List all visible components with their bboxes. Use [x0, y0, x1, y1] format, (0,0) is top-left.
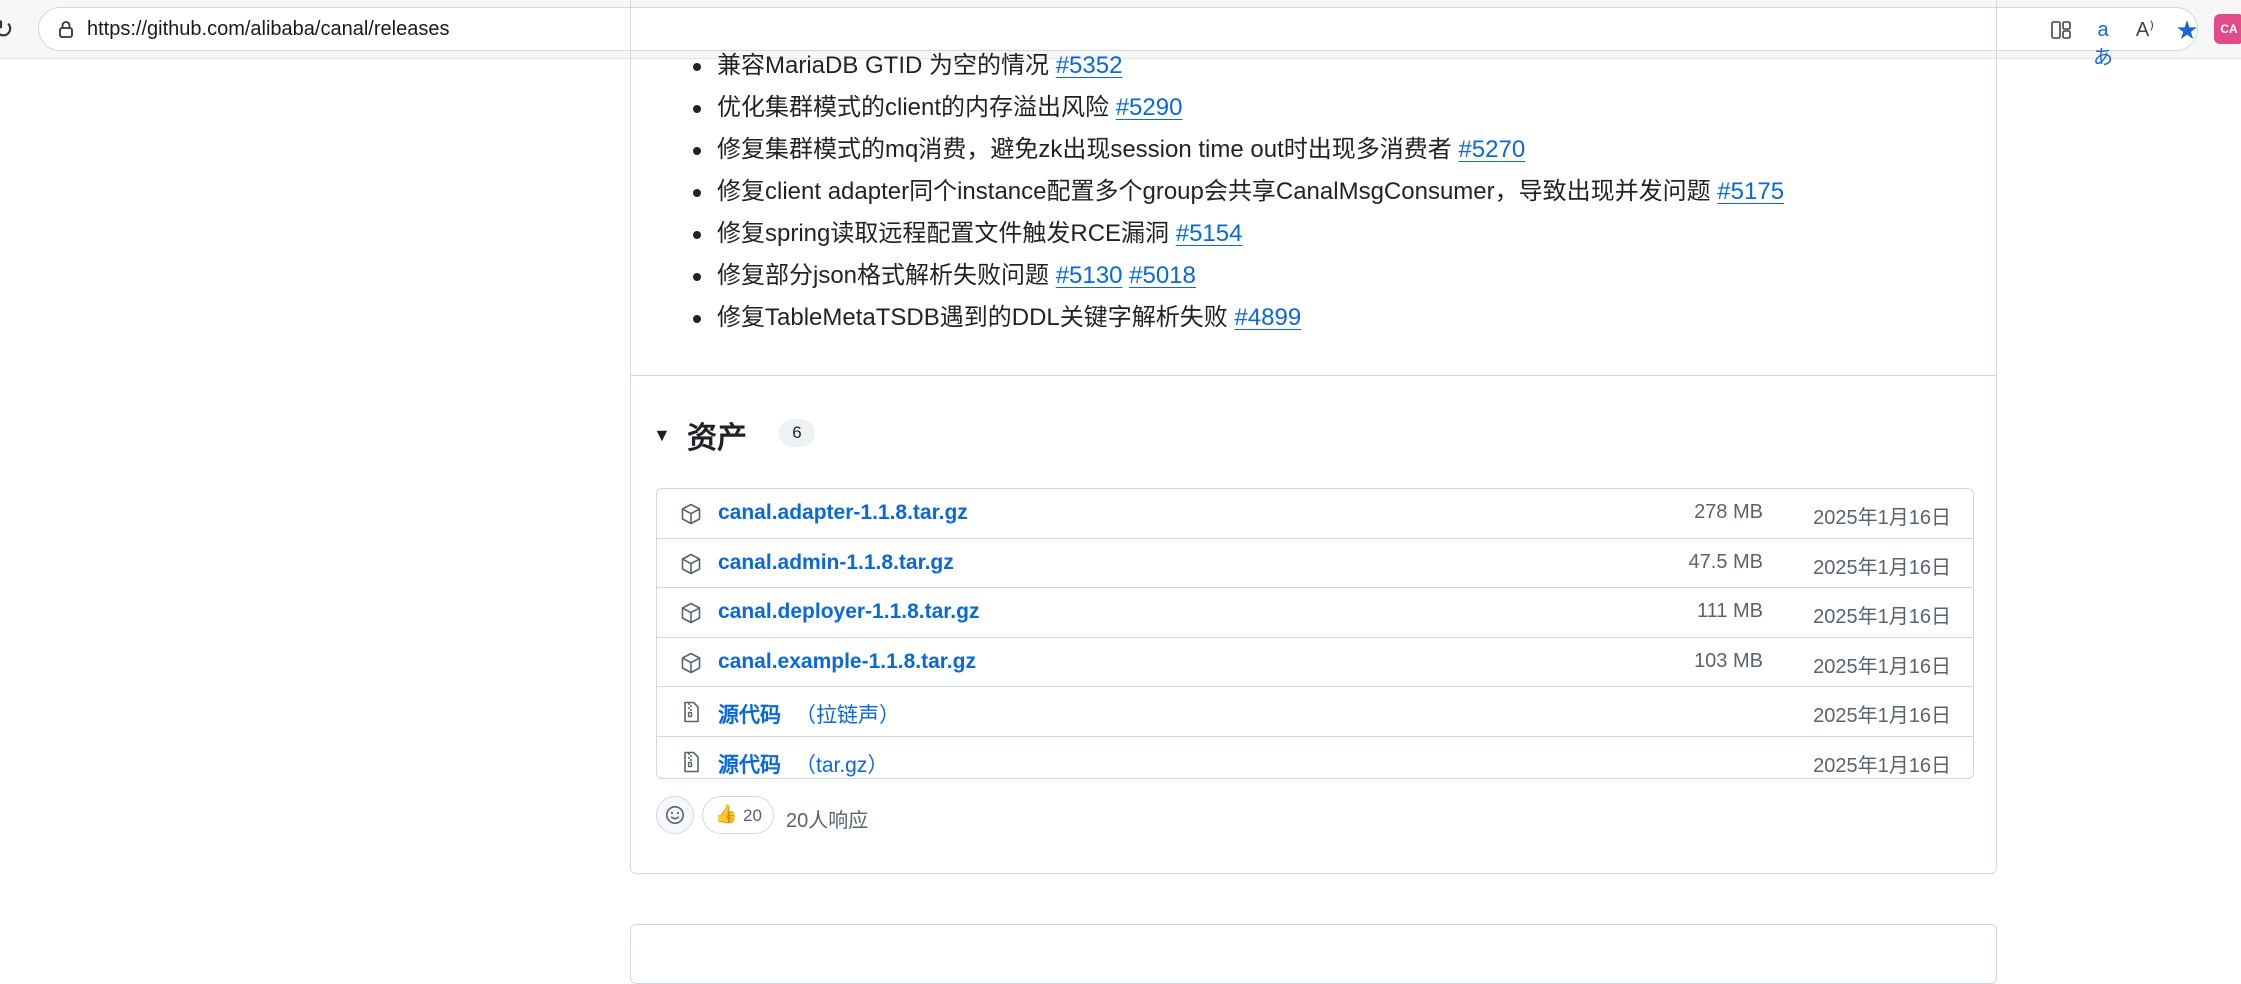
file-zip-icon	[684, 702, 699, 723]
split-screen-icon[interactable]	[2047, 16, 2075, 44]
release-note-item: 修复client adapter同个instance配置多个group会共享Ca…	[691, 171, 1784, 213]
file-zip-icon	[684, 751, 699, 773]
issue-link[interactable]: #5018	[1129, 262, 1196, 289]
release-note-text: 修复spring读取远程配置文件触发RCE漏洞	[717, 220, 1170, 247]
asset-row: 源代码 （tar.gz） 2025年1月16日	[657, 737, 1973, 778]
translate-icon[interactable]: aあ	[2089, 16, 2117, 69]
asset-size: 103 MB	[1694, 649, 1763, 672]
release-note-text: 优化集群模式的client的内存溢出风险	[717, 94, 1110, 121]
issue-link[interactable]: #5175	[1717, 178, 1784, 205]
asset-date: 2025年1月16日	[1813, 606, 1951, 629]
asset-size: 278 MB	[1694, 501, 1763, 523]
asset-date: 2025年1月16日	[1813, 655, 1951, 678]
add-reaction-button[interactable]	[656, 796, 694, 834]
release-note-item: 修复集群模式的mq消费，避免zk出现session time out时出现多消费…	[691, 129, 1784, 171]
reload-icon[interactable]: ↻	[0, 14, 18, 44]
thumbs-up-icon: 👍	[715, 804, 738, 824]
asset-name[interactable]: 源代码	[718, 754, 781, 777]
asset-link[interactable]: canal.adapter-1.1.8.tar.gz	[718, 501, 968, 525]
asset-list: canal.adapter-1.1.8.tar.gz 278 MB 2025年1月1…	[656, 488, 1974, 779]
asset-link[interactable]: canal.deployer-1.1.8.tar.gz	[718, 600, 979, 624]
issue-link[interactable]: #4899	[1234, 304, 1301, 331]
package-icon	[681, 652, 701, 674]
asset-date: 2025年1月16日	[1813, 556, 1951, 579]
extension-icon[interactable]: CA	[2214, 14, 2241, 44]
release-note-item: 兼容MariaDB GTID 为空的情况 #5352	[691, 45, 1784, 87]
asset-name[interactable]: canal.adapter-1.1.8.tar.gz	[718, 501, 968, 524]
asset-row: canal.example-1.1.8.tar.gz 103 MB 2025年1月1…	[657, 638, 1973, 688]
asset-link[interactable]: canal.admin-1.1.8.tar.gz	[718, 551, 954, 575]
url-text[interactable]: https://github.com/alibaba/canal/release…	[87, 18, 449, 41]
reaction-summary[interactable]: 20人响应	[786, 804, 868, 833]
assets-title[interactable]: 资产	[687, 413, 747, 457]
asset-name[interactable]: 源代码	[718, 704, 781, 727]
release-notes-list: 兼容MariaDB GTID 为空的情况 #5352 优化集群模式的client的…	[691, 45, 1784, 339]
divider	[631, 375, 1996, 376]
issue-link[interactable]: #5154	[1176, 220, 1243, 247]
issue-link[interactable]: #5270	[1458, 136, 1525, 163]
asset-row: canal.deployer-1.1.8.tar.gz 111 MB 2025年1月…	[657, 588, 1973, 638]
asset-name[interactable]: canal.example-1.1.8.tar.gz	[718, 650, 976, 673]
release-note-text: 兼容MariaDB GTID 为空的情况	[717, 52, 1050, 79]
release-note-text: 修复部分json格式解析失败问题	[717, 262, 1050, 289]
release-note-item: 修复部分json格式解析失败问题 #5130 #5018	[691, 255, 1784, 297]
release-note-item: 修复TableMetaTSDB遇到的DDL关键字解析失败 #4899	[691, 297, 1784, 339]
issue-link[interactable]: #5130	[1056, 262, 1123, 289]
reaction-count: 20	[743, 806, 762, 825]
package-icon	[681, 602, 701, 624]
release-card: 兼容MariaDB GTID 为空的情况 #5352 优化集群模式的client的…	[630, 0, 1997, 874]
read-aloud-icon[interactable]: A⁾	[2131, 16, 2159, 44]
asset-size: 111 MB	[1697, 600, 1763, 623]
issue-link[interactable]: #5290	[1116, 94, 1183, 121]
asset-link[interactable]: 源代码 （tar.gz）	[718, 749, 888, 778]
asset-date: 2025年1月16日	[1813, 507, 1951, 529]
asset-row: canal.admin-1.1.8.tar.gz 47.5 MB 2025年1月16…	[657, 539, 1973, 589]
issue-link[interactable]: #5352	[1056, 52, 1123, 79]
asset-link[interactable]: canal.example-1.1.8.tar.gz	[718, 650, 976, 674]
release-note-item: 修复spring读取远程配置文件触发RCE漏洞 #5154	[691, 213, 1784, 255]
asset-format[interactable]: （拉链声）	[795, 704, 900, 727]
release-note-text: 修复集群模式的mq消费，避免zk出现session time out时出现多消费…	[717, 136, 1452, 163]
asset-row: canal.adapter-1.1.8.tar.gz 278 MB 2025年1月1…	[657, 489, 1973, 539]
asset-date: 2025年1月16日	[1813, 705, 1951, 728]
asset-name[interactable]: canal.deployer-1.1.8.tar.gz	[718, 600, 979, 623]
asset-name[interactable]: canal.admin-1.1.8.tar.gz	[718, 551, 954, 574]
package-icon	[681, 553, 701, 574]
assets-count-badge: 6	[779, 419, 815, 447]
asset-date: 2025年1月16日	[1813, 754, 1951, 777]
package-icon	[681, 503, 701, 525]
release-note-text: 修复TableMetaTSDB遇到的DDL关键字解析失败	[717, 304, 1228, 331]
next-release-card	[630, 924, 1997, 984]
favorite-star-icon[interactable]: ★	[2173, 16, 2201, 44]
release-note-item: 优化集群模式的client的内存溢出风险 #5290	[691, 87, 1784, 129]
thumbs-up-reaction-button[interactable]: 👍 20	[702, 796, 774, 834]
asset-link[interactable]: 源代码 （拉链声）	[718, 699, 900, 729]
asset-format[interactable]: （tar.gz）	[795, 754, 888, 777]
asset-size: 47.5 MB	[1688, 550, 1763, 573]
release-note-text: 修复client adapter同个instance配置多个group会共享Ca…	[717, 178, 1711, 205]
smiley-icon	[666, 806, 684, 824]
triangle-down-icon[interactable]: ▼	[653, 425, 671, 446]
lock-icon[interactable]	[55, 18, 77, 40]
asset-row: 源代码 （拉链声） 2025年1月16日	[657, 687, 1973, 737]
